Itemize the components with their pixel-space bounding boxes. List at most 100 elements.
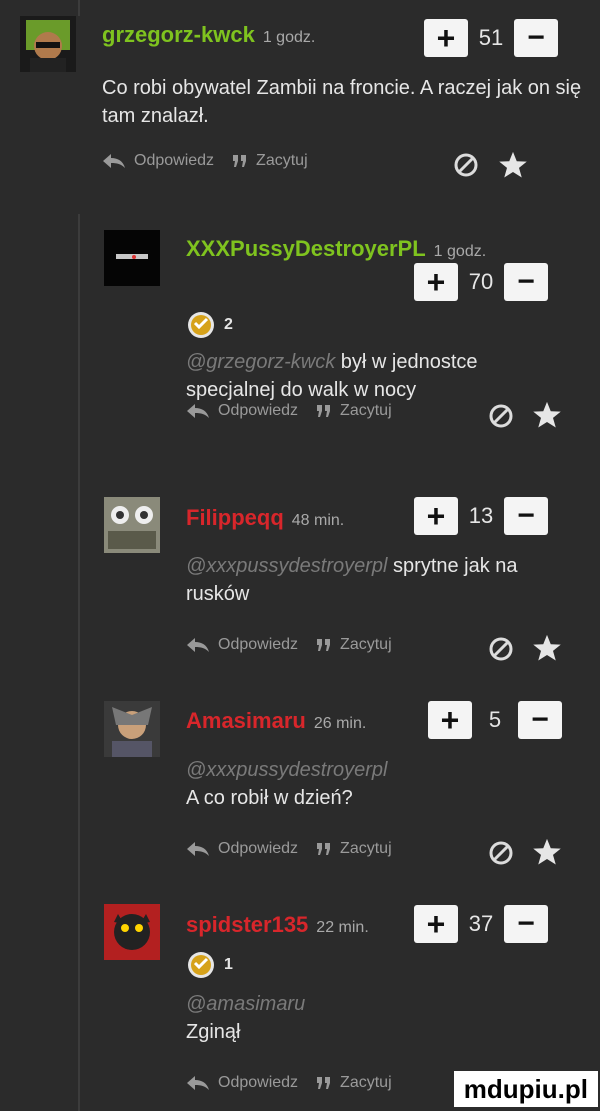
reply-arrow-icon: [187, 404, 209, 418]
username-text[interactable]: Filippeqq: [186, 505, 284, 530]
star-icon[interactable]: [532, 633, 562, 663]
username-text[interactable]: grzegorz-kwck: [102, 22, 255, 47]
report-icon[interactable]: [453, 152, 479, 178]
comment-username[interactable]: spidster135 22 min.: [186, 912, 369, 938]
star-icon[interactable]: [498, 150, 528, 180]
comment-actions: Odpowiedz Zacytuj: [186, 402, 410, 420]
comment-time: 48 min.: [291, 512, 345, 529]
report-icon[interactable]: [488, 636, 514, 662]
quote-icon: [233, 155, 247, 167]
reply-link[interactable]: Odpowiedz: [186, 636, 298, 654]
comment-text: @xxxpussydestroyerpl A co robił w dzień?: [186, 756, 566, 812]
reply-link[interactable]: Odpowiedz: [186, 402, 298, 420]
mention-link[interactable]: @xxxpussydestroyerpl: [186, 555, 387, 577]
quote-icon: [317, 639, 331, 651]
comment-text: Co robi obywatel Zambii na froncie. A ra…: [102, 77, 582, 127]
upvote-button[interactable]: +: [424, 19, 468, 57]
comment-username[interactable]: grzegorz-kwck 1 godz.: [102, 22, 315, 48]
avatar[interactable]: [20, 16, 76, 72]
report-icon[interactable]: [488, 403, 514, 429]
reward-badge: 1: [186, 950, 233, 980]
quote-link[interactable]: Zacytuj: [316, 840, 392, 858]
downvote-button[interactable]: −: [504, 905, 548, 943]
downvote-button[interactable]: −: [518, 701, 562, 739]
report-icon[interactable]: [488, 840, 514, 866]
downvote-button[interactable]: −: [504, 497, 548, 535]
thread-line-top: [78, 0, 80, 16]
watermark-logo: mdupiu.pl: [453, 1071, 598, 1107]
reply-label[interactable]: Odpowiedz: [218, 636, 298, 654]
reply-arrow-icon: [187, 638, 209, 652]
comment-time: 26 min.: [313, 715, 367, 732]
comment-body: A co robił w dzień?: [186, 787, 353, 809]
quote-link[interactable]: Zacytuj: [232, 152, 308, 170]
username-text[interactable]: Amasimaru: [186, 708, 306, 733]
vote-box: + 13 −: [414, 496, 548, 536]
downvote-button[interactable]: −: [504, 263, 548, 301]
vote-count: 70: [468, 269, 494, 294]
comment-time: 22 min.: [316, 919, 369, 936]
upvote-button[interactable]: +: [414, 263, 458, 301]
quote-icon: [317, 843, 331, 855]
username-text[interactable]: XXXPussyDestroyerPL: [186, 236, 426, 261]
comment-username[interactable]: Filippeqq 48 min.: [186, 505, 344, 531]
quote-icon: [317, 405, 331, 417]
coin-badge-icon: [188, 312, 214, 338]
coin-badge-icon: [188, 952, 214, 978]
reply-arrow-icon: [187, 1076, 209, 1090]
comment-text: @amasimaru Zginął: [186, 990, 566, 1046]
avatar[interactable]: [104, 230, 160, 286]
quote-link[interactable]: Zacytuj: [316, 636, 392, 654]
badge-count: 2: [224, 316, 233, 333]
comment-username[interactable]: Amasimaru 26 min.: [186, 708, 366, 734]
quote-label[interactable]: Zacytuj: [340, 636, 392, 654]
comment-actions: Odpowiedz Zacytuj: [186, 840, 410, 858]
comment-body: Zginął: [186, 1021, 241, 1043]
vote-count: 37: [468, 911, 494, 936]
quote-link[interactable]: Zacytuj: [316, 1074, 392, 1092]
comment-actions: Odpowiedz Zacytuj: [186, 636, 410, 654]
comment-text: @grzegorz-kwck był w jednostce specjalne…: [186, 348, 546, 404]
downvote-button[interactable]: −: [514, 19, 558, 57]
username-text[interactable]: spidster135: [186, 912, 308, 937]
upvote-button[interactable]: +: [428, 701, 472, 739]
vote-count: 5: [488, 707, 502, 732]
reply-label[interactable]: Odpowiedz: [218, 402, 298, 420]
star-icon[interactable]: [532, 400, 562, 430]
comment-username[interactable]: XXXPussyDestroyerPL 1 godz.: [186, 236, 486, 262]
star-icon[interactable]: [532, 837, 562, 867]
upvote-button[interactable]: +: [414, 905, 458, 943]
reply-label[interactable]: Odpowiedz: [134, 152, 214, 170]
mention-link[interactable]: @xxxpussydestroyerpl: [186, 759, 387, 781]
reply-arrow-icon: [103, 154, 125, 168]
thread-line: [78, 214, 80, 1111]
vote-box: + 51 −: [424, 18, 558, 58]
mention-link[interactable]: @amasimaru: [186, 993, 305, 1015]
vote-box: + 70 −: [414, 262, 548, 302]
comment-actions: Odpowiedz Zacytuj: [186, 1074, 410, 1092]
quote-label[interactable]: Zacytuj: [340, 840, 392, 858]
reply-link[interactable]: Odpowiedz: [186, 1074, 298, 1092]
vote-count: 51: [478, 25, 504, 50]
comment-text: @xxxpussydestroyerpl sprytne jak na rusk…: [186, 552, 566, 608]
reply-label[interactable]: Odpowiedz: [218, 1074, 298, 1092]
avatar[interactable]: [104, 904, 160, 960]
avatar[interactable]: [104, 497, 160, 553]
upvote-button[interactable]: +: [414, 497, 458, 535]
comment-time: 1 godz.: [433, 243, 487, 260]
quote-label[interactable]: Zacytuj: [340, 1074, 392, 1092]
quote-label[interactable]: Zacytuj: [340, 402, 392, 420]
quote-label[interactable]: Zacytuj: [256, 152, 308, 170]
reply-label[interactable]: Odpowiedz: [218, 840, 298, 858]
avatar[interactable]: [104, 701, 160, 757]
reply-link[interactable]: Odpowiedz: [186, 840, 298, 858]
comment-actions: Odpowiedz Zacytuj: [102, 152, 326, 170]
reply-link[interactable]: Odpowiedz: [102, 152, 214, 170]
mention-link[interactable]: @grzegorz-kwck: [186, 351, 335, 373]
vote-box: + 5 −: [428, 700, 562, 740]
comment-time: 1 godz.: [262, 29, 316, 46]
quote-link[interactable]: Zacytuj: [316, 402, 392, 420]
quote-icon: [317, 1077, 331, 1089]
reply-arrow-icon: [187, 842, 209, 856]
badge-count: 1: [224, 956, 233, 973]
